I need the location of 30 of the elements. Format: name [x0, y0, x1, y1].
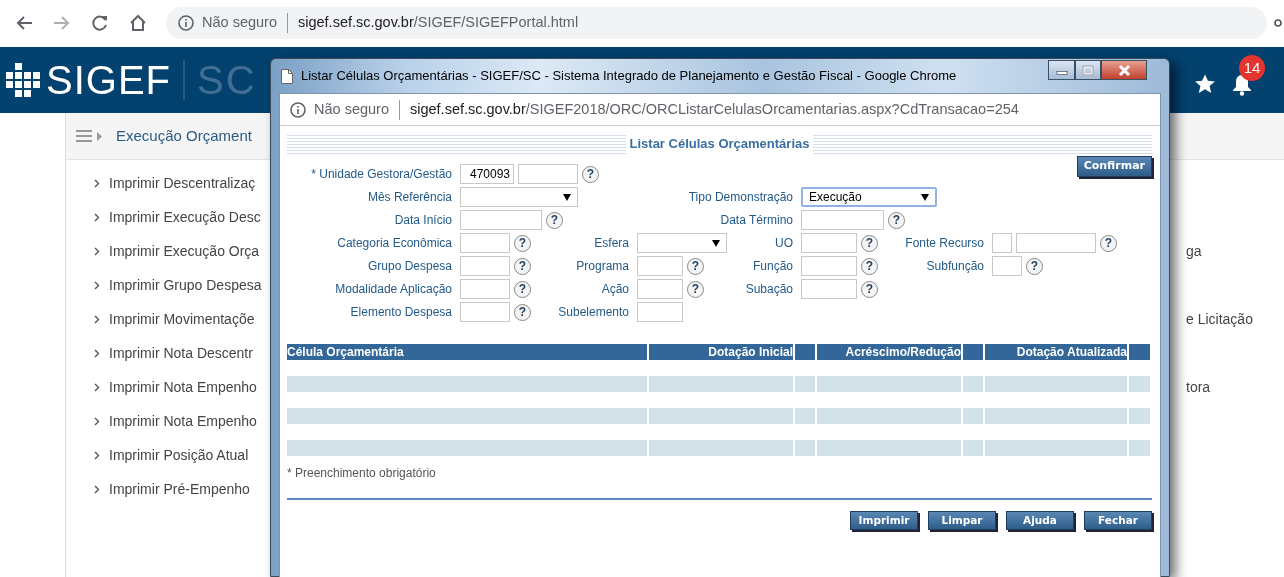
logo-region-text: SC: [183, 60, 257, 100]
window-title: Listar Células Orçamentárias - SIGEF/SC - Sistema Integrado de Planejamento e Gestão Fiscal - Google Chrome: [301, 67, 957, 86]
field-label: Tipo Demonstração: [687, 189, 794, 206]
field-label: Esfera: [593, 235, 630, 252]
column-header: Célula Orçamentária: [287, 344, 649, 360]
field-label: Modalidade Aplicação: [334, 281, 453, 298]
field-label: * Unidade Gestora/Gestão: [310, 166, 453, 183]
security-label: Não seguro: [314, 99, 389, 119]
field-label: Grupo Despesa: [366, 258, 453, 275]
footnote-text: * Preenchimento obrigatório: [287, 465, 437, 482]
field-label: Data Término: [719, 212, 794, 229]
column-header: Dotação Atualizada: [985, 344, 1129, 360]
logo-text: SIGEF: [46, 60, 172, 100]
field-label: UO: [774, 235, 794, 252]
field-label: Ação: [600, 281, 630, 298]
form-heading: Listar Células Orçamentárias: [625, 134, 814, 154]
field-label: Fonte Recurso: [904, 235, 985, 252]
column-header: Dotação Inicial: [649, 344, 795, 360]
field-label: Elemento Despesa: [349, 304, 453, 321]
notification-count: 14: [1239, 55, 1265, 81]
field-label: Mês Referência: [366, 189, 453, 206]
security-label: Não seguro: [202, 12, 277, 32]
column-header: Acréscimo/Redução: [817, 344, 963, 360]
field-label: Categoria Econômica: [336, 235, 453, 252]
field-label: Programa: [575, 258, 630, 275]
field-label: Subfunção: [925, 258, 985, 275]
field-label: Função: [751, 258, 794, 275]
field-label: Data Início: [393, 212, 453, 229]
field-label: Subação: [744, 281, 794, 298]
field-label: Subelemento: [557, 304, 630, 321]
